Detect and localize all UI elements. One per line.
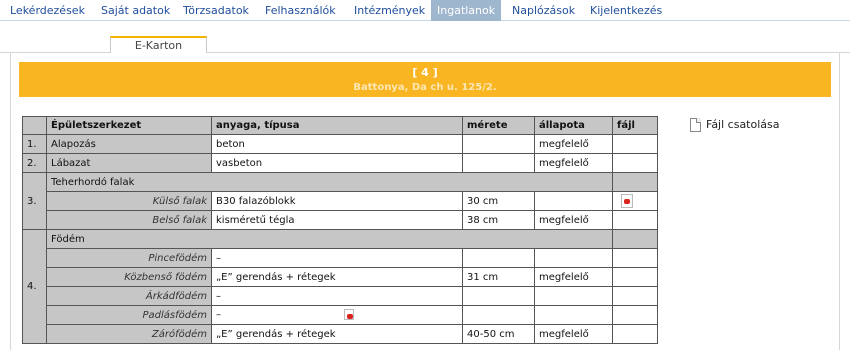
file-cell (612, 324, 658, 344)
nav-intezmenyek[interactable]: Intézmények (348, 0, 431, 21)
state-cell (534, 286, 613, 306)
nav-naplozasok[interactable]: Naplózások (506, 0, 581, 21)
tab-e-karton[interactable]: E-Karton (110, 36, 207, 53)
structure-subname: Padlásfödém (46, 305, 212, 325)
material-cell: – (211, 305, 463, 325)
material-cell: „E” gerendás + rétegek (211, 267, 463, 287)
structure-subname: Külső falak (46, 191, 212, 211)
property-id: [ 4 ] (412, 66, 438, 79)
material-cell: – (211, 286, 463, 306)
material-cell: B30 falazóblokk (211, 191, 463, 211)
file-cell (612, 191, 658, 211)
row-number: 4. (22, 229, 47, 344)
attach-file-label: Fájl csatolása (706, 118, 780, 131)
material-cell: beton (211, 134, 463, 154)
header-structure: Épületszerkezet (46, 116, 212, 135)
nav-sajat-adatok[interactable]: Saját adatok (95, 0, 176, 21)
property-banner: [ 4 ] Battonya, Da ch u. 125/2. (19, 62, 831, 97)
state-cell: megfelelő (534, 324, 613, 344)
size-cell: 40-50 cm (462, 324, 535, 344)
row-number: 3. (22, 172, 47, 230)
table-row: Belső falak kisméretű tégla 38 cm megfel… (23, 210, 658, 230)
table-header-row: Épületszerkezet anyaga, típusa mérete ál… (22, 116, 658, 135)
size-cell (462, 134, 535, 154)
structure-subname: Zárófödém (46, 324, 212, 344)
row-number: 2. (22, 153, 47, 173)
file-cell (612, 305, 658, 325)
table-row: Zárófödém „E” gerendás + rétegek 40-50 c… (23, 324, 658, 344)
structure-name: Alapozás (46, 134, 212, 154)
nav-ingatlanok[interactable]: Ingatlanok (431, 0, 502, 21)
header-size: mérete (462, 116, 535, 135)
size-cell (462, 153, 535, 173)
table-row: Árkádfödém – (23, 286, 658, 306)
table-row: Padlásfödém – (23, 305, 658, 325)
structure-subname: Pincefödém (46, 248, 212, 268)
structure-subname: Közbenső födém (46, 267, 212, 287)
file-cell (612, 229, 658, 249)
row-number: 1. (22, 134, 47, 154)
file-cell (612, 267, 658, 287)
file-cell (612, 286, 658, 306)
material-cell: vasbeton (211, 153, 463, 173)
state-cell (534, 305, 613, 325)
state-cell (534, 191, 613, 211)
material-cell: kisméretű tégla (211, 210, 463, 230)
table-row: Pincefödém – (23, 248, 658, 268)
building-structure-table: Épületszerkezet anyaga, típusa mérete ál… (22, 116, 658, 344)
size-cell: 38 cm (462, 210, 535, 230)
table-row: Közbenső födém „E” gerendás + rétegek 31… (23, 267, 658, 287)
header-file: fájl (612, 116, 658, 135)
pdf-icon[interactable] (621, 194, 633, 208)
material-text: – (216, 309, 221, 321)
structure-subname: Árkádfödém (46, 286, 212, 306)
file-cell (612, 248, 658, 268)
nav-kijelentkezes[interactable]: Kijelentkezés (584, 0, 668, 21)
header-num (22, 116, 47, 135)
nav-torzsadatok[interactable]: Törzsadatok (177, 0, 255, 21)
table-row: 2. Lábazat vasbeton megfelelő (22, 153, 658, 173)
table-row: 1. Alapozás beton megfelelő (22, 134, 658, 154)
table-row: Külső falak B30 falazóblokk 30 cm (23, 191, 658, 211)
nav-lekerdezesek[interactable]: Lekérdezések (4, 0, 91, 21)
file-cell (612, 210, 658, 230)
size-cell (462, 305, 535, 325)
state-cell (534, 248, 613, 268)
state-cell: megfelelő (534, 267, 613, 287)
state-cell: megfelelő (534, 210, 613, 230)
size-cell (462, 248, 535, 268)
structure-subname: Belső falak (46, 210, 212, 230)
pdf-icon[interactable] (344, 309, 355, 321)
top-navigation: Lekérdezések Saját adatok Törzsadatok Fe… (0, 0, 850, 21)
nav-felhasznalok[interactable]: Felhasználók (259, 0, 342, 21)
header-state: állapota (534, 116, 613, 135)
material-cell: „E” gerendás + rétegek (211, 324, 463, 344)
material-cell: – (211, 248, 463, 268)
attach-file-link[interactable]: Fájl csatolása (690, 118, 780, 132)
header-material: anyaga, típusa (211, 116, 463, 135)
table-section-row: 4. Födém (22, 229, 658, 344)
file-cell (612, 134, 658, 154)
section-title: Teherhordó falak (46, 172, 613, 192)
property-address: Battonya, Da ch u. 125/2. (353, 82, 497, 93)
state-cell: megfelelő (534, 153, 613, 173)
table-section-row: 3. Teherhordó falak (22, 172, 658, 230)
section-title: Födém (46, 229, 613, 249)
document-icon (690, 118, 701, 132)
size-cell: 30 cm (462, 191, 535, 211)
structure-name: Lábazat (46, 153, 212, 173)
size-cell (462, 286, 535, 306)
file-cell (612, 153, 658, 173)
state-cell: megfelelő (534, 134, 613, 154)
file-cell (612, 172, 658, 192)
size-cell: 31 cm (462, 267, 535, 287)
